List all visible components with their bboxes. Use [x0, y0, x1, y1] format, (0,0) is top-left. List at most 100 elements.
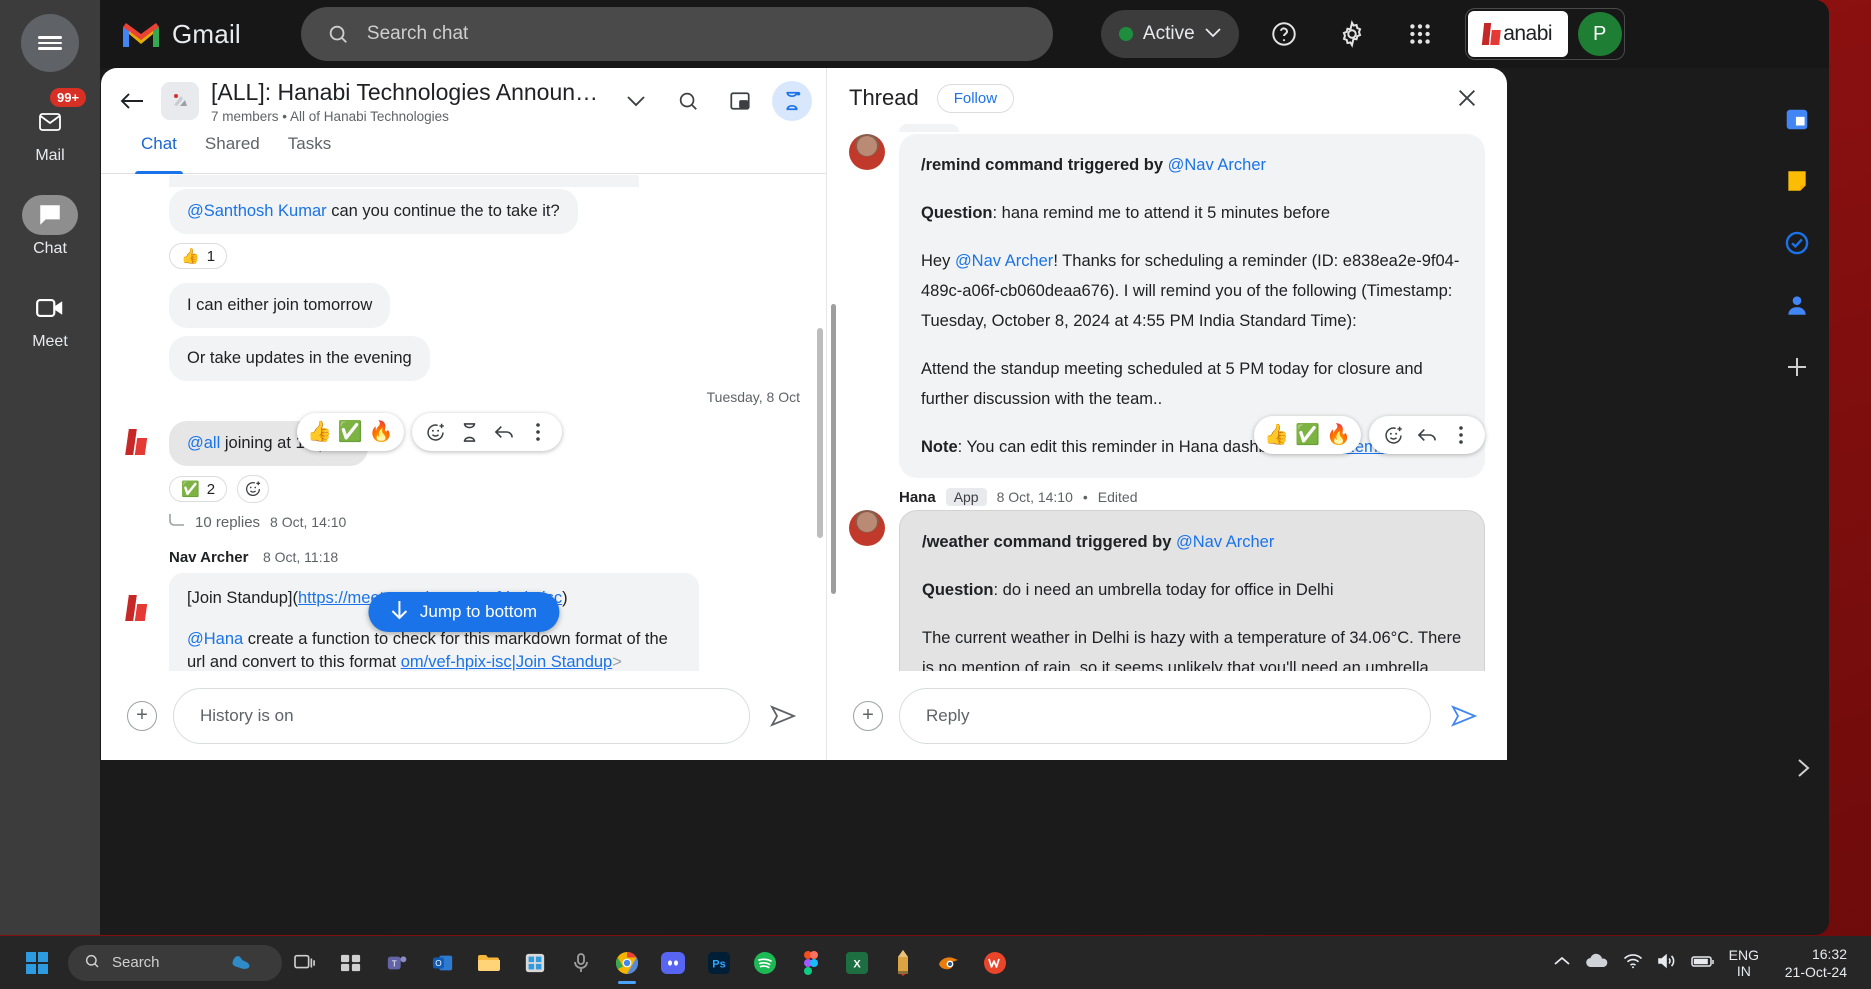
- spotify-icon[interactable]: [742, 940, 788, 986]
- google-header-bar: Gmail Search chat Active anabi P: [100, 0, 1829, 68]
- hamburger-icon[interactable]: [21, 14, 79, 72]
- add-reaction-icon[interactable]: [1379, 421, 1407, 449]
- contacts-icon[interactable]: [1780, 288, 1814, 322]
- close-icon[interactable]: [1449, 80, 1485, 116]
- photoshop-icon[interactable]: Ps: [696, 940, 742, 986]
- rail-item-chat[interactable]: Chat: [0, 195, 100, 258]
- fire-icon[interactable]: 🔥: [369, 422, 394, 442]
- rail-item-mail[interactable]: 99+ Mail: [0, 88, 100, 165]
- thread-message-list[interactable]: /remind command triggered by @Nav Archer…: [827, 124, 1507, 671]
- discord-icon[interactable]: [650, 940, 696, 986]
- tab-chat[interactable]: Chat: [127, 134, 191, 174]
- file-explorer-icon[interactable]: [466, 940, 512, 986]
- gmail-logo[interactable]: Gmail: [122, 19, 241, 50]
- thread-scrollbar[interactable]: [831, 304, 836, 594]
- meet-link-2[interactable]: om/vef-hpix-isc|Join Standup: [401, 653, 613, 671]
- tab-tasks[interactable]: Tasks: [274, 134, 345, 173]
- svg-text:Ps: Ps: [712, 958, 725, 970]
- threads-icon[interactable]: [772, 81, 812, 121]
- check-mark-icon[interactable]: ✅: [338, 422, 363, 442]
- account-chip[interactable]: anabi P: [1464, 8, 1625, 60]
- mention-santhosh[interactable]: @Santhosh Kumar: [187, 202, 327, 220]
- thread-summary[interactable]: 10 replies 8 Oct, 14:10: [169, 513, 368, 531]
- task-view-icon[interactable]: [282, 940, 328, 986]
- thread-message-bubble[interactable]: /weather command triggered by @Nav Arche…: [899, 510, 1485, 671]
- help-icon[interactable]: [1261, 11, 1307, 57]
- pencil-icon[interactable]: [880, 940, 926, 986]
- add-icon[interactable]: +: [127, 700, 157, 731]
- jump-to-bottom-button[interactable]: Jump to bottom: [367, 592, 560, 632]
- reaction-chip[interactable]: 👍 1: [169, 243, 228, 269]
- add-reaction-icon[interactable]: [422, 418, 450, 446]
- wifi-icon[interactable]: [1623, 953, 1643, 972]
- copilot-icon[interactable]: [230, 952, 252, 974]
- message-bubble[interactable]: @Santhosh Kumar can you continue the to …: [169, 189, 578, 234]
- send-icon[interactable]: [766, 699, 800, 733]
- chrome-icon[interactable]: [604, 940, 650, 986]
- wps-icon[interactable]: [972, 940, 1018, 986]
- add-reaction-icon[interactable]: [237, 475, 270, 503]
- windows-start-icon[interactable]: [14, 940, 60, 986]
- mic-icon[interactable]: [558, 940, 604, 986]
- blender-icon[interactable]: [926, 940, 972, 986]
- send-icon[interactable]: [1447, 699, 1481, 733]
- picture-in-picture-icon[interactable]: [720, 81, 760, 121]
- status-badge[interactable]: Active: [1100, 10, 1239, 58]
- mention-nav-archer[interactable]: @Nav Archer: [1176, 533, 1274, 551]
- rail-label-chat: Chat: [33, 240, 67, 257]
- threads-icon[interactable]: [456, 418, 484, 446]
- clock[interactable]: 16:32 21-Oct-24: [1773, 945, 1847, 981]
- message-bubble[interactable]: Or take updates in the evening: [169, 336, 430, 381]
- keep-notes-icon[interactable]: [1780, 164, 1814, 198]
- markdown-line-2: @Hana create a function to check for thi…: [187, 628, 681, 671]
- search-input[interactable]: Search chat: [300, 7, 1053, 61]
- expand-panel-icon[interactable]: [1793, 757, 1813, 785]
- outlook-icon[interactable]: O: [420, 940, 466, 986]
- add-apps-icon[interactable]: [1780, 350, 1814, 384]
- mention-hana[interactable]: @Hana: [187, 630, 243, 648]
- tab-shared[interactable]: Shared: [191, 134, 274, 173]
- thread-message-sender-line: Hana App 8 Oct, 14:10 • Edited: [899, 488, 1485, 506]
- message-bubble[interactable]: I can either join tomorrow: [169, 283, 391, 328]
- taskbar-search-input[interactable]: Search: [68, 944, 282, 981]
- avatar[interactable]: P: [1577, 12, 1622, 56]
- thumbs-up-icon[interactable]: 👍: [307, 422, 332, 442]
- tasks-icon[interactable]: [1780, 226, 1814, 260]
- widgets-icon[interactable]: [328, 940, 374, 986]
- thumbs-up-icon[interactable]: 👍: [1264, 425, 1289, 445]
- search-icon[interactable]: [668, 81, 708, 121]
- store-icon[interactable]: [512, 940, 558, 986]
- more-vertical-icon[interactable]: [1447, 421, 1475, 449]
- back-arrow-icon[interactable]: [115, 84, 149, 118]
- chevron-down-icon[interactable]: [616, 81, 656, 121]
- mention-nav-archer[interactable]: @Nav Archer: [1168, 156, 1266, 174]
- mention-all[interactable]: @all: [187, 434, 220, 452]
- rail-item-meet[interactable]: Meet: [0, 288, 100, 351]
- more-vertical-icon[interactable]: [524, 418, 552, 446]
- teams-icon[interactable]: T: [374, 940, 420, 986]
- fire-icon[interactable]: 🔥: [1326, 425, 1351, 445]
- message-row-partial: [101, 175, 826, 187]
- volume-icon[interactable]: [1657, 953, 1677, 972]
- figma-icon[interactable]: [788, 940, 834, 986]
- follow-button[interactable]: Follow: [936, 83, 1015, 113]
- reply-arrow-icon[interactable]: [1413, 421, 1441, 449]
- add-icon[interactable]: +: [853, 700, 883, 731]
- apps-grid-icon[interactable]: [1397, 11, 1443, 57]
- room-description: All of Hanabi Technologies: [290, 109, 449, 124]
- reaction-chip[interactable]: ✅ 2: [169, 476, 228, 502]
- gear-icon[interactable]: [1329, 11, 1375, 57]
- reply-arrow-icon[interactable]: [490, 418, 518, 446]
- mention-nav-archer-2[interactable]: @Nav Archer: [955, 252, 1053, 270]
- message-time: 8 Oct, 14:10: [996, 489, 1073, 505]
- show-hidden-icons-icon[interactable]: [1553, 955, 1571, 970]
- onedrive-icon[interactable]: [1585, 953, 1609, 972]
- check-mark-icon[interactable]: ✅: [1295, 425, 1320, 445]
- chat-scrollbar[interactable]: [817, 328, 823, 538]
- calendar-icon[interactable]: [1780, 102, 1814, 136]
- battery-icon[interactable]: [1690, 954, 1715, 971]
- excel-icon[interactable]: X: [834, 940, 880, 986]
- language-indicator[interactable]: ENG IN: [1729, 947, 1759, 979]
- message-input[interactable]: History is on: [173, 687, 750, 744]
- reply-input[interactable]: Reply: [899, 687, 1431, 744]
